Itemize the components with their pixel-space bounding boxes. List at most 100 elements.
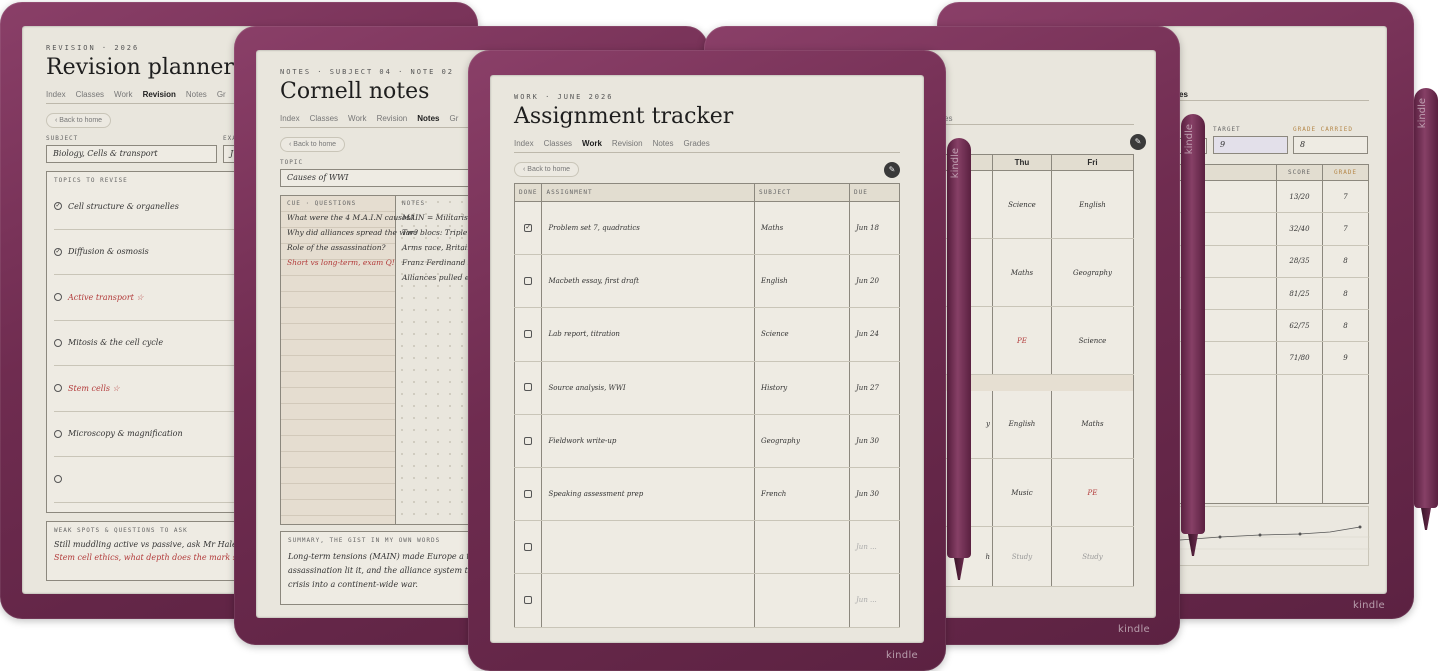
done-checkbox[interactable]	[524, 436, 533, 445]
score-cell[interactable]: 71/80	[1276, 341, 1323, 375]
grade-cell[interactable]: 7	[1322, 180, 1369, 214]
assignment-cell[interactable]	[541, 520, 755, 575]
score-cell[interactable]: 13/20	[1276, 180, 1323, 214]
done-checkbox[interactable]	[524, 542, 533, 551]
lesson-cell[interactable]: Music	[992, 458, 1052, 527]
grade-cell[interactable]: 8	[1322, 245, 1369, 278]
done-checkbox[interactable]: ✓	[524, 223, 533, 232]
table-header-row: DONE ASSIGNMENT SUBJECT DUE	[514, 183, 900, 202]
tab-index[interactable]: Index	[46, 90, 66, 99]
empty-circle-icon[interactable]	[54, 384, 62, 393]
score-cell[interactable]: 62/75	[1276, 309, 1323, 343]
subject-cell[interactable]: English	[754, 254, 850, 309]
tab-revision[interactable]: Revision	[143, 90, 176, 99]
score-cell[interactable]: 81/25	[1276, 277, 1323, 311]
tab-notes[interactable]: Notes	[417, 114, 439, 123]
target-field[interactable]: 9	[1213, 136, 1288, 154]
subject-field[interactable]: Biology, Cells & transport	[46, 145, 217, 163]
score-cell[interactable]: 28/35	[1276, 245, 1323, 278]
assignment-cell[interactable]: Speaking assessment prep	[541, 467, 755, 522]
pen-brand: kindle	[950, 148, 961, 179]
topic-row: ✓ Cell structure & organelles	[54, 184, 248, 230]
column-header: DUE	[849, 183, 900, 202]
due-cell[interactable]: Jun 30	[849, 414, 900, 468]
due-cell[interactable]: Jun 18	[849, 201, 900, 256]
lesson-cell[interactable]: Science	[992, 170, 1052, 239]
subject-cell[interactable]: French	[754, 467, 850, 522]
tab-grades[interactable]: Gr	[449, 114, 458, 123]
empty-circle-icon[interactable]	[54, 338, 62, 347]
topic-list: ✓ Cell structure & organelles ✓ Diffusion &…	[54, 184, 248, 503]
back-to-home-button[interactable]: ‹ Back to home	[280, 137, 346, 152]
empty-circle-icon[interactable]	[54, 429, 62, 438]
checked-circle-icon[interactable]: ✓	[54, 247, 62, 256]
lesson-cell[interactable]: Maths	[1051, 390, 1135, 459]
timetable-row: y English Maths	[944, 390, 1135, 459]
assignment-cell[interactable]: Fieldwork write-up	[541, 414, 755, 468]
grade-cell[interactable]: 8	[1322, 277, 1369, 311]
tab-notes[interactable]: Notes	[186, 90, 207, 99]
subject-cell[interactable]	[754, 520, 850, 575]
assignment-cell[interactable]: Source analysis, WWI	[541, 361, 755, 415]
empty-circle-icon[interactable]	[54, 293, 62, 302]
assignment-cell[interactable]: Macbeth essay, first draft	[541, 254, 755, 309]
grades-table: SCORE GRADE 13/20 7 32/40 7 28/35 8 81/25 8 62/75 8…	[1179, 164, 1369, 504]
due-cell[interactable]: Jun ...	[849, 573, 900, 628]
tab-work[interactable]: Work	[582, 139, 602, 148]
lesson-cell[interactable]: English	[992, 390, 1052, 459]
tab-work[interactable]: Work	[114, 90, 133, 99]
lesson-cell[interactable]: Maths	[992, 238, 1052, 307]
assignment-cell[interactable]: Lab report, titration	[541, 307, 755, 362]
grade-cell[interactable]: 7	[1322, 212, 1369, 246]
lesson-cell[interactable]: Study	[1051, 526, 1135, 587]
grade-cell[interactable]: 8	[1322, 309, 1369, 343]
due-cell[interactable]: Jun 30	[849, 467, 900, 522]
tab-revision[interactable]: Revision	[377, 114, 408, 123]
assignment-cell[interactable]: Problem set 7, quadratics	[541, 201, 755, 256]
tab-classes[interactable]: Classes	[76, 90, 104, 99]
checked-circle-icon[interactable]: ✓	[54, 202, 62, 211]
tab-grades[interactable]: Gr	[217, 90, 226, 99]
pen-mode-icon[interactable]: ✎	[1130, 134, 1146, 150]
subject-cell[interactable]: Science	[754, 307, 850, 362]
tab-notes[interactable]: Notes	[653, 139, 674, 148]
done-checkbox[interactable]	[524, 489, 533, 498]
done-checkbox[interactable]	[524, 277, 533, 286]
lesson-cell[interactable]: PE	[992, 306, 1052, 375]
cue-item: Role of the assassination?	[287, 243, 386, 252]
assignment-cell[interactable]	[541, 573, 755, 628]
tab-work[interactable]: Work	[348, 114, 367, 123]
lesson-cell[interactable]: PE	[1051, 458, 1135, 527]
weak-line-2: Stem cell ethics, what depth does the ma…	[54, 553, 245, 562]
lesson-cell[interactable]: Study	[992, 526, 1052, 587]
tab-index[interactable]: Index	[280, 114, 300, 123]
tab-grades[interactable]: Grades	[683, 139, 709, 148]
tab-revision[interactable]: Revision	[612, 139, 643, 148]
lesson-cell[interactable]: English	[1051, 170, 1135, 239]
subject-cell[interactable]: History	[754, 361, 850, 415]
done-checkbox[interactable]	[524, 330, 533, 339]
due-cell[interactable]: Jun 24	[849, 307, 900, 362]
back-to-home-button[interactable]: ‹ Back to home	[514, 162, 580, 177]
tab-classes[interactable]: Classes	[544, 139, 572, 148]
score-cell[interactable]: 32/40	[1276, 212, 1323, 246]
due-cell[interactable]: Jun 27	[849, 361, 900, 415]
empty-circle-icon[interactable]	[54, 475, 62, 484]
lesson-cell[interactable]: Geography	[1051, 238, 1135, 307]
topic-field[interactable]: Causes of WWI	[280, 169, 490, 187]
topics-box: TOPICS TO REVISE ✓ Cell structure & organ…	[46, 171, 256, 513]
pen-mode-icon[interactable]: ✎	[884, 162, 900, 178]
subject-cell[interactable]: Maths	[754, 201, 850, 256]
grade-carried-field[interactable]: 8	[1293, 136, 1368, 154]
grade-cell[interactable]: 9	[1322, 341, 1369, 375]
tab-index[interactable]: Index	[514, 139, 534, 148]
done-checkbox[interactable]	[524, 596, 533, 605]
subject-cell[interactable]: Geography	[754, 414, 850, 468]
due-cell[interactable]: Jun 20	[849, 254, 900, 309]
tab-classes[interactable]: Classes	[310, 114, 338, 123]
subject-cell[interactable]	[754, 573, 850, 628]
lesson-cell[interactable]: Science	[1051, 306, 1135, 375]
due-cell[interactable]: Jun ...	[849, 520, 900, 575]
back-to-home-button[interactable]: ‹ Back to home	[46, 113, 112, 128]
done-checkbox[interactable]	[524, 383, 533, 392]
